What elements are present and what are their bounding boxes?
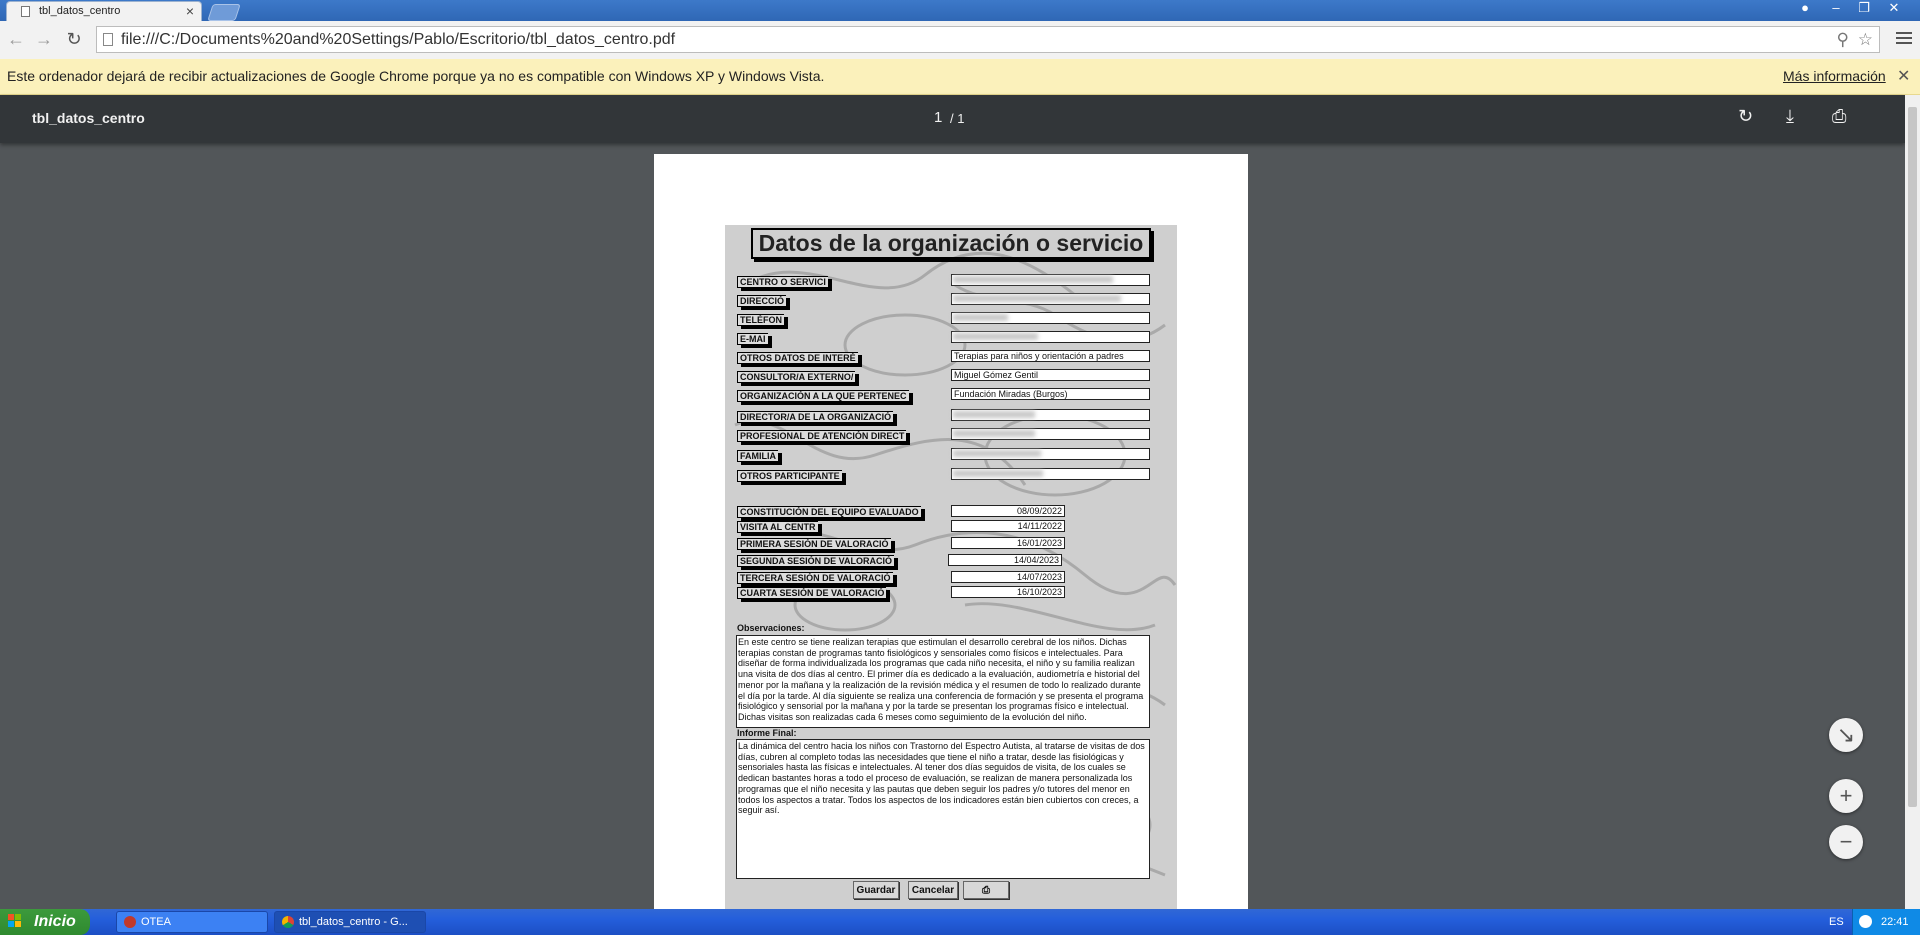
user-icon[interactable]: ● <box>1791 0 1819 18</box>
printer-icon: ⎙ <box>982 885 990 896</box>
reload-button[interactable]: ↻ <box>64 29 84 49</box>
more-info-link[interactable]: Más información <box>1783 68 1886 84</box>
redacted-value <box>953 276 1113 283</box>
redacted-value <box>953 314 1008 321</box>
observaciones-label: Observaciones: <box>737 623 805 633</box>
informe-textbox[interactable]: La dinámica del centro hacia los niños c… <box>736 739 1150 879</box>
infobar-message: Este ordenador dejará de recibir actuali… <box>7 68 825 84</box>
zoom-in-button[interactable]: + <box>1829 779 1863 813</box>
date-input[interactable]: 16/10/2023 <box>951 586 1065 598</box>
tray-icon[interactable] <box>1859 915 1872 928</box>
pdf-title: tbl_datos_centro <box>32 110 145 126</box>
browser-toolbar: ← → ↻ file:///C:/Documents%20and%20Setti… <box>0 21 1920 60</box>
tab-strip: tbl_datos_centro × ● – ❐ ✕ <box>0 0 1920 21</box>
date-input[interactable]: 14/07/2023 <box>951 571 1065 583</box>
url-text[interactable]: file:///C:/Documents%20and%20Settings/Pa… <box>121 31 675 49</box>
date-label: CONSTITUCIÓN DEL EQUIPO EVALUADO <box>737 506 921 518</box>
close-window-button[interactable]: ✕ <box>1880 0 1908 18</box>
field-label: OTROS DATOS DE INTERÉ <box>737 352 858 364</box>
field-label: ORGANIZACIÓN A LA QUE PERTENEC <box>737 390 909 402</box>
taskbar-item-otea[interactable]: OTEA <box>116 911 268 933</box>
field-label: DIRECTOR/A DE LA ORGANIZACIÓ <box>737 411 894 423</box>
redacted-value <box>953 450 1041 457</box>
field-label: FAMILIA <box>737 450 778 462</box>
informe-label: Informe Final: <box>737 728 797 738</box>
app-icon <box>124 916 136 928</box>
redacted-value <box>953 333 1038 340</box>
date-label: TERCERA SESIÓN DE VALORACIÓ <box>737 572 893 584</box>
new-tab-button[interactable] <box>207 4 241 21</box>
windows-logo-icon <box>8 914 21 927</box>
save-button[interactable]: Guardar <box>853 881 899 899</box>
viewer-scrollbar[interactable] <box>1905 95 1920 909</box>
redacted-value <box>953 411 1035 418</box>
taskbar-item-chrome[interactable]: tbl_datos_centro - G... <box>274 911 426 933</box>
chrome-menu-button[interactable] <box>1896 29 1912 49</box>
field-label: CONSULTOR/A EXTERNO/ <box>737 371 856 383</box>
close-tab-icon[interactable]: × <box>186 3 194 19</box>
start-label: Inicio <box>34 913 76 930</box>
observaciones-textbox[interactable]: En este centro se tiene realizan terapia… <box>736 635 1150 728</box>
field-label: E-MAI <box>737 333 768 345</box>
date-label: PRIMERA SESIÓN DE VALORACIÓ <box>737 538 891 550</box>
field-input[interactable]: Miguel Gómez Gentil <box>951 369 1150 381</box>
date-input[interactable]: 14/11/2022 <box>951 520 1065 532</box>
clock: 22:41 <box>1881 916 1909 928</box>
redacted-value <box>953 470 1043 477</box>
fit-page-button[interactable]: ↘ <box>1829 718 1863 752</box>
bookmark-star-icon[interactable]: ☆ <box>1858 30 1873 50</box>
address-bar[interactable]: file:///C:/Documents%20and%20Settings/Pa… <box>96 26 1880 53</box>
system-tray: 22:41 <box>1852 909 1920 935</box>
field-label: DIRECCIÓ <box>737 295 787 307</box>
pdf-toolbar: tbl_datos_centro 1 / 1 ↻ ⤓ ⎙ <box>0 95 1905 143</box>
restore-button[interactable]: ❐ <box>1850 0 1878 18</box>
field-input[interactable]: Terapias para niños y orientación a padr… <box>951 350 1150 362</box>
page-number[interactable]: 1 <box>934 109 942 126</box>
document-icon <box>21 6 30 17</box>
field-label: CENTRO O SERVICI <box>737 276 828 288</box>
forward-button[interactable]: → <box>34 29 54 49</box>
print-icon[interactable]: ⎙ <box>1832 106 1846 127</box>
download-icon[interactable]: ⤓ <box>1786 106 1794 127</box>
start-button[interactable]: Inicio <box>0 909 90 935</box>
tab-title: tbl_datos_centro <box>39 5 121 17</box>
infobar-close-icon[interactable]: ✕ <box>1897 66 1910 86</box>
zoom-out-button[interactable]: − <box>1829 825 1863 859</box>
page-total: / 1 <box>950 111 965 126</box>
form-title: Datos de la organización o servicio <box>751 228 1151 259</box>
rotate-icon[interactable]: ↻ <box>1738 106 1753 127</box>
date-label: SEGUNDA SESIÓN DE VALORACIÓ <box>737 555 895 567</box>
minimize-button[interactable]: – <box>1822 0 1850 18</box>
back-button[interactable]: ← <box>6 29 26 49</box>
date-input[interactable]: 16/01/2023 <box>951 537 1065 549</box>
date-input[interactable]: 08/09/2022 <box>951 505 1065 517</box>
zoom-icon[interactable]: ⚲ <box>1837 30 1849 50</box>
taskbar: Inicio OTEA tbl_datos_centro - G... ES 2… <box>0 909 1920 935</box>
taskbar-item-label: OTEA <box>141 916 171 928</box>
form-area: Datos de la organización o servicio CENT… <box>725 225 1177 910</box>
redacted-value <box>953 295 1121 302</box>
print-form-button[interactable]: ⎙ <box>963 881 1009 899</box>
field-input[interactable]: Fundación Miradas (Burgos) <box>951 388 1150 400</box>
field-label: TELÉFON <box>737 314 784 326</box>
pdf-page: Datos de la organización o servicio CENT… <box>654 154 1248 910</box>
field-label: PROFESIONAL DE ATENCIÓN DIRECT <box>737 430 907 442</box>
browser-tab[interactable]: tbl_datos_centro × <box>6 1 202 21</box>
chrome-icon <box>282 916 294 928</box>
date-input[interactable]: 14/04/2023 <box>948 554 1062 566</box>
page-icon <box>103 33 113 46</box>
date-label: VISITA AL CENTR <box>737 521 818 533</box>
taskbar-item-label: tbl_datos_centro - G... <box>299 916 408 928</box>
date-label: CUARTA SESIÓN DE VALORACIÓ <box>737 587 887 599</box>
update-infobar: Este ordenador dejará de recibir actuali… <box>0 59 1920 95</box>
cancel-button[interactable]: Cancelar <box>908 881 958 899</box>
field-label: OTROS PARTICIPANTE <box>737 470 842 482</box>
language-indicator[interactable]: ES <box>1829 909 1844 935</box>
redacted-value <box>953 430 1035 437</box>
